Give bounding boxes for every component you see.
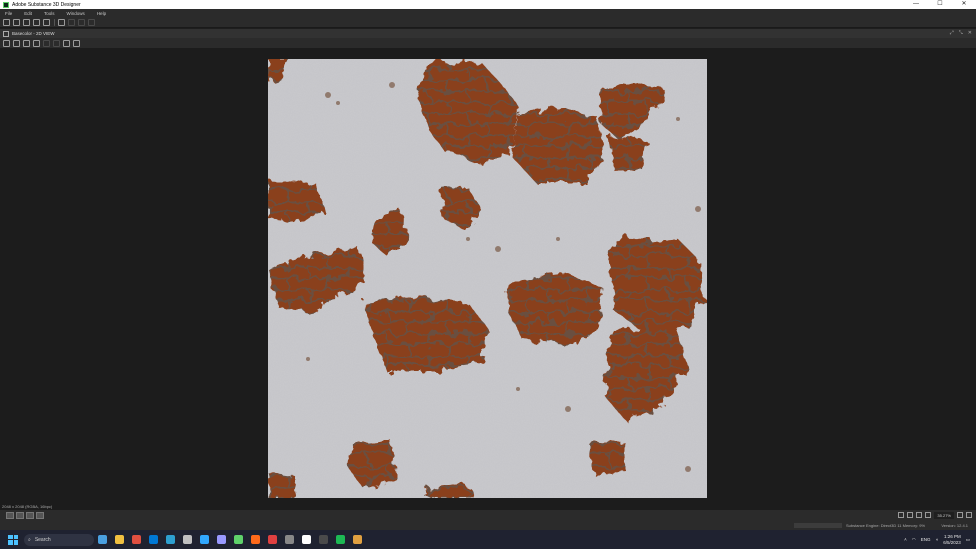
taskbar: ⌕ Search ˄ ◠ ENG ◖ 1:26 PM 6/5/2023 ▭ <box>0 530 976 549</box>
windows-start-icon[interactable] <box>8 534 18 545</box>
maximize-button[interactable]: ☐ <box>928 0 952 9</box>
copy-icon[interactable] <box>3 39 10 47</box>
view-toolbar <box>0 38 976 48</box>
clock[interactable]: 1:26 PM 6/5/2023 <box>943 534 961 546</box>
clock-time: 1:26 PM <box>943 533 961 539</box>
taskbar-app-icon[interactable] <box>353 535 362 544</box>
window-title: Adobe Substance 3D Designer <box>12 1 81 8</box>
search-icon: ⌕ <box>28 536 31 543</box>
options-icon[interactable] <box>966 512 972 518</box>
fit-view-icon[interactable] <box>33 39 40 47</box>
uv-icon[interactable] <box>43 39 50 47</box>
zoom-in-icon[interactable] <box>957 512 963 518</box>
taskbar-app-icon[interactable] <box>285 535 294 544</box>
window-controls: — ☐ ✕ <box>904 0 976 9</box>
taskbar-app-icon[interactable] <box>268 535 277 544</box>
clock-date: 6/5/2023 <box>943 539 961 545</box>
version-label: Version: 12.4.1 <box>941 523 968 528</box>
title-bar: Adobe Substance 3D Designer — ☐ ✕ <box>0 0 976 9</box>
new-graph-icon[interactable] <box>3 19 10 26</box>
maximize-panel-icon[interactable]: ⤡ <box>959 29 963 38</box>
taskbar-app-icon[interactable] <box>319 535 328 544</box>
engine-status: Substance Engine: Direct3D 11 Memory: 9% <box>846 523 926 528</box>
status-bar: Substance Engine: Direct3D 11 Memory: 9%… <box>0 520 976 530</box>
save-image-icon[interactable] <box>13 39 20 47</box>
close-panel-icon[interactable]: ✕ <box>968 29 972 38</box>
progress-bar <box>794 523 842 528</box>
view-bottom-bar: 35.27% <box>0 510 976 520</box>
taskbar-app-icon[interactable] <box>183 535 192 544</box>
menu-help[interactable]: Help <box>97 11 106 16</box>
alpha-channel-icon[interactable] <box>16 511 24 519</box>
undo-icon[interactable] <box>58 19 65 26</box>
language-indicator[interactable]: ENG <box>921 537 931 542</box>
taskbar-search[interactable]: ⌕ Search <box>24 533 94 546</box>
system-tray: ˄ ◠ ENG ◖ 1:26 PM 6/5/2023 ▭ <box>904 530 970 549</box>
taskbar-app-icon[interactable] <box>115 535 124 544</box>
color-picker-icon[interactable] <box>63 39 70 47</box>
taskbar-app-icon[interactable] <box>166 535 175 544</box>
menu-tools[interactable]: Tools <box>44 11 55 16</box>
notification-icon[interactable]: ▭ <box>966 537 970 543</box>
taskbar-app-icon[interactable] <box>217 535 226 544</box>
basecolor-texture-preview[interactable] <box>268 59 707 498</box>
toolbar-divider <box>54 19 55 26</box>
pinned-apps <box>98 535 362 544</box>
fit-icon[interactable] <box>916 512 923 518</box>
taskbar-app-icon[interactable] <box>251 535 260 544</box>
new-package-icon[interactable] <box>13 19 20 26</box>
checker-icon[interactable] <box>26 511 34 519</box>
main-toolbar <box>0 18 976 28</box>
search-label: Search <box>34 536 51 543</box>
open-folder-icon[interactable] <box>33 19 40 26</box>
menu-bar: File Edit Tools Windows Help <box>0 9 976 18</box>
zoom-out-icon[interactable] <box>925 512 932 518</box>
designer-app-icon <box>3 1 9 8</box>
taskbar-app-icon[interactable] <box>336 535 345 544</box>
taskbar-app-icon[interactable] <box>149 535 158 544</box>
export-icon[interactable] <box>23 39 30 47</box>
tray-chevron-icon[interactable]: ˄ <box>904 537 907 542</box>
image-info: 2048 x 2048 (RGBA, 16bpc) <box>2 504 53 509</box>
tile-icon[interactable] <box>36 511 44 519</box>
redo-history-icon[interactable] <box>88 19 95 26</box>
save-all-icon[interactable] <box>43 19 50 26</box>
menu-windows[interactable]: Windows <box>67 11 85 16</box>
taskbar-app-icon[interactable] <box>200 535 209 544</box>
float-panel-icon[interactable]: ⤢ <box>950 29 954 38</box>
taskbar-app-icon[interactable] <box>234 535 243 544</box>
crosshair-icon[interactable] <box>907 512 914 518</box>
panel-title: Basecolor - 2D VIEW <box>12 31 55 36</box>
undo-history-icon[interactable] <box>68 19 75 26</box>
tiling-icon[interactable] <box>53 39 60 47</box>
grid-icon[interactable] <box>898 512 905 518</box>
2d-view-icon <box>3 30 9 37</box>
close-button[interactable]: ✕ <box>952 0 976 9</box>
histogram-icon[interactable] <box>73 39 80 47</box>
wifi-icon[interactable]: ◠ <box>912 537 916 543</box>
color-channel-icon[interactable] <box>6 511 14 519</box>
menu-edit[interactable]: Edit <box>24 11 32 16</box>
menu-file[interactable]: File <box>5 11 12 16</box>
minimize-button[interactable]: — <box>904 0 928 9</box>
new-substance-icon[interactable] <box>23 19 30 26</box>
taskbar-app-icon[interactable] <box>302 535 311 544</box>
taskbar-app-icon[interactable] <box>98 535 107 544</box>
zoom-level[interactable]: 35.27% <box>934 511 954 519</box>
panel-header: Basecolor - 2D VIEW ⤢ ⤡ ✕ <box>0 29 976 38</box>
speaker-icon[interactable]: ◖ <box>935 537 938 542</box>
redo-icon[interactable] <box>78 19 85 26</box>
taskbar-app-icon[interactable] <box>132 535 141 544</box>
